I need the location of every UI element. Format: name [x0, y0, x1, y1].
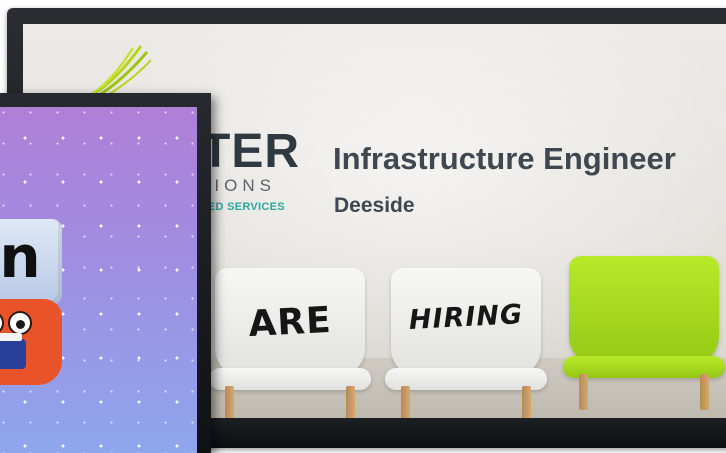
chair-green: [563, 256, 725, 418]
company-logo-word: TER: [201, 125, 300, 178]
company-logo-tagline: GED SERVICES: [199, 201, 285, 213]
kids-show-screen: n: [0, 107, 197, 453]
letter-block-char: n: [0, 223, 41, 291]
right-eye-icon: [8, 311, 32, 335]
reading-character-icon: [0, 299, 62, 385]
job-title: Infrastructure Engineer: [333, 141, 676, 176]
chair-are: ARE: [209, 268, 371, 418]
letter-block: n: [0, 219, 62, 305]
book-icon: [0, 333, 26, 369]
left-eye-icon: [0, 311, 4, 335]
front-monitor: n: [0, 93, 211, 453]
chair-text-are: ARE: [247, 299, 333, 346]
chair-hiring: HIRING: [385, 268, 547, 418]
job-location: Deeside: [334, 194, 415, 217]
